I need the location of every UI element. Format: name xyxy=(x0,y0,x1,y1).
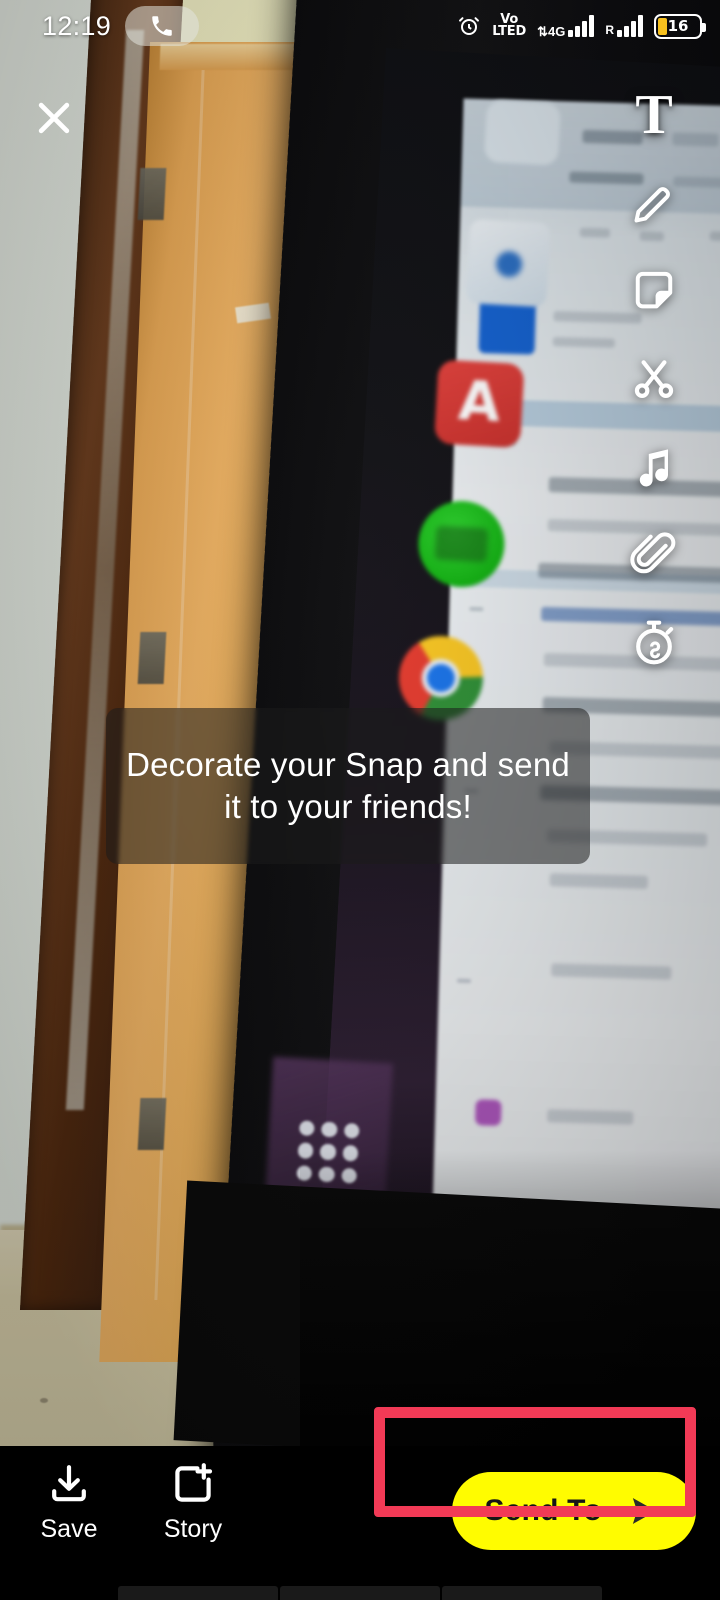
sticker-icon xyxy=(635,271,673,309)
save-button[interactable]: Save xyxy=(26,1460,112,1544)
photo-app-icon-white xyxy=(483,99,562,166)
story-label: Story xyxy=(163,1515,223,1543)
snapchat-snap-preview-screen: A 12:19 Vo LTED ⇅4G R 16 T Decorate your… xyxy=(0,0,720,1600)
save-label: Save xyxy=(40,1515,98,1543)
timer-infinity-icon xyxy=(636,620,674,665)
send-to-button[interactable]: Send To xyxy=(452,1472,696,1550)
music-tool-button[interactable] xyxy=(625,438,683,496)
draw-tool-button[interactable] xyxy=(625,174,683,232)
action-bar-left-group: Save Story xyxy=(0,1460,236,1544)
photo-shadow xyxy=(300,1150,720,1446)
pencil-draw-icon xyxy=(634,187,670,223)
text-tool-button[interactable]: T xyxy=(625,86,683,144)
add-to-story-icon xyxy=(175,1463,213,1502)
editor-tool-rail: T xyxy=(622,86,686,672)
paperclip-icon xyxy=(630,532,676,574)
send-to-label: Send To xyxy=(484,1494,602,1527)
timer-tool-button[interactable] xyxy=(625,614,683,672)
onboarding-tooltip: Decorate your Snap and send it to your f… xyxy=(106,708,590,864)
nav-hint-bar xyxy=(118,1586,278,1600)
story-button[interactable]: Story xyxy=(150,1460,236,1544)
scissors-icon xyxy=(634,360,674,398)
tooltip-text: Decorate your Snap and send it to your f… xyxy=(110,744,586,828)
close-button[interactable] xyxy=(28,92,80,144)
tooltip-line-2: it to your friends! xyxy=(224,788,472,825)
photo-door-hinge xyxy=(137,1098,167,1150)
attach-link-button[interactable] xyxy=(625,526,683,584)
nav-hint-bar xyxy=(280,1586,440,1600)
sticker-tool-button[interactable] xyxy=(625,262,683,320)
send-to-container: Send To xyxy=(452,1472,696,1550)
download-save-icon xyxy=(52,1465,86,1502)
nav-hint-bar xyxy=(442,1586,602,1600)
bottom-action-bar: Save Story Send To xyxy=(0,1446,720,1600)
send-arrow-icon xyxy=(632,1498,656,1524)
system-navigation-hint xyxy=(0,1586,720,1600)
photo-door-hinge xyxy=(137,632,167,684)
tooltip-line-1: Decorate your Snap and send xyxy=(126,745,570,783)
photo-app-icon-red: A xyxy=(434,359,525,449)
text-tool-icon: T xyxy=(635,84,673,146)
music-note-icon xyxy=(639,449,669,487)
scissors-tool-button[interactable] xyxy=(625,350,683,408)
photo-door-hinge xyxy=(137,168,167,220)
close-icon xyxy=(38,102,70,134)
photo-app-icon-docs xyxy=(465,218,551,308)
